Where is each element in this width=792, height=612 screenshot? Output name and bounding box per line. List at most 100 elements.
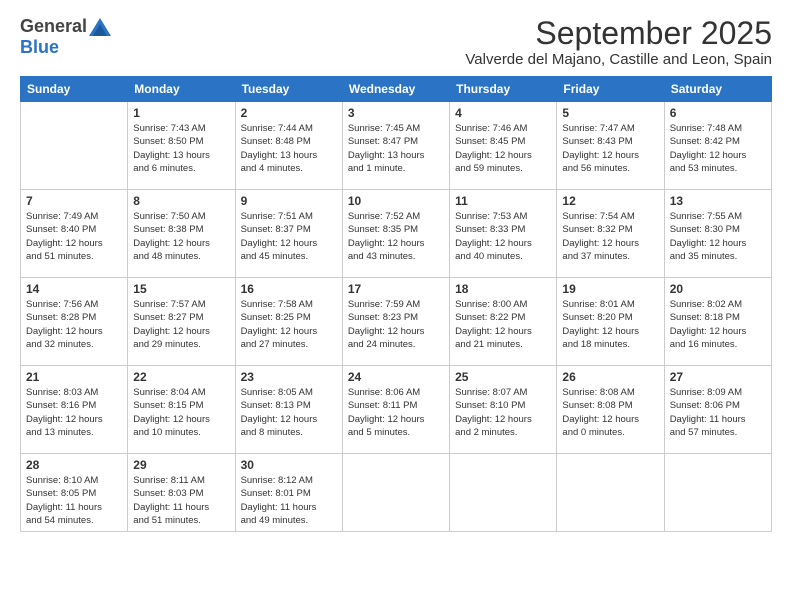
day-number: 11: [455, 194, 551, 208]
calendar-cell: [664, 454, 771, 532]
calendar-cell: 19 Sunrise: 8:01 AM Sunset: 8:20 PM Dayli…: [557, 278, 664, 366]
col-wednesday: Wednesday: [342, 77, 449, 102]
day-number: 26: [562, 370, 658, 384]
calendar-cell: 4 Sunrise: 7:46 AM Sunset: 8:45 PM Daylig…: [450, 102, 557, 190]
calendar-cell: [450, 454, 557, 532]
day-info: Sunrise: 8:06 AM Sunset: 8:11 PM Dayligh…: [348, 386, 444, 439]
day-number: 15: [133, 282, 229, 296]
day-number: 10: [348, 194, 444, 208]
col-thursday: Thursday: [450, 77, 557, 102]
day-number: 5: [562, 106, 658, 120]
calendar-week-row: 7 Sunrise: 7:49 AM Sunset: 8:40 PM Daylig…: [21, 190, 772, 278]
location-title: Valverde del Majano, Castille and Leon, …: [465, 51, 772, 68]
day-info: Sunrise: 7:56 AM Sunset: 8:28 PM Dayligh…: [26, 298, 122, 351]
calendar-table: Sunday Monday Tuesday Wednesday Thursday…: [20, 76, 772, 532]
day-number: 17: [348, 282, 444, 296]
day-number: 9: [241, 194, 337, 208]
calendar-week-row: 21 Sunrise: 8:03 AM Sunset: 8:16 PM Dayli…: [21, 366, 772, 454]
calendar-cell: 7 Sunrise: 7:49 AM Sunset: 8:40 PM Daylig…: [21, 190, 128, 278]
day-number: 28: [26, 458, 122, 472]
calendar-cell: 10 Sunrise: 7:52 AM Sunset: 8:35 PM Dayli…: [342, 190, 449, 278]
day-info: Sunrise: 8:00 AM Sunset: 8:22 PM Dayligh…: [455, 298, 551, 351]
logo: General Blue: [20, 16, 111, 58]
day-info: Sunrise: 8:03 AM Sunset: 8:16 PM Dayligh…: [26, 386, 122, 439]
page-container: General Blue September 2025 Valverde del…: [0, 0, 792, 542]
calendar-header-row: Sunday Monday Tuesday Wednesday Thursday…: [21, 77, 772, 102]
day-info: Sunrise: 7:53 AM Sunset: 8:33 PM Dayligh…: [455, 210, 551, 263]
day-number: 8: [133, 194, 229, 208]
calendar-cell: 2Sunrise: 7:44 AM Sunset: 8:48 PM Daylig…: [235, 102, 342, 190]
day-info: Sunrise: 7:51 AM Sunset: 8:37 PM Dayligh…: [241, 210, 337, 263]
day-info: Sunrise: 8:11 AM Sunset: 8:03 PM Dayligh…: [133, 474, 229, 527]
day-number: 20: [670, 282, 766, 296]
day-info: Sunrise: 7:43 AM Sunset: 8:50 PM Dayligh…: [133, 122, 229, 175]
day-number: 30: [241, 458, 337, 472]
day-number: 18: [455, 282, 551, 296]
calendar-cell: 21 Sunrise: 8:03 AM Sunset: 8:16 PM Dayli…: [21, 366, 128, 454]
calendar-cell: 6 Sunrise: 7:48 AM Sunset: 8:42 PM Daylig…: [664, 102, 771, 190]
calendar-cell: 12 Sunrise: 7:54 AM Sunset: 8:32 PM Dayli…: [557, 190, 664, 278]
day-info: Sunrise: 8:08 AM Sunset: 8:08 PM Dayligh…: [562, 386, 658, 439]
day-number: 1: [133, 106, 229, 120]
calendar-cell: 29Sunrise: 8:11 AM Sunset: 8:03 PM Dayli…: [128, 454, 235, 532]
day-info: Sunrise: 8:01 AM Sunset: 8:20 PM Dayligh…: [562, 298, 658, 351]
day-number: 24: [348, 370, 444, 384]
day-info: Sunrise: 7:44 AM Sunset: 8:48 PM Dayligh…: [241, 122, 337, 175]
calendar-cell: [342, 454, 449, 532]
day-number: 6: [670, 106, 766, 120]
calendar-cell: 14Sunrise: 7:56 AM Sunset: 8:28 PM Dayli…: [21, 278, 128, 366]
col-tuesday: Tuesday: [235, 77, 342, 102]
calendar-cell: [557, 454, 664, 532]
day-info: Sunrise: 8:07 AM Sunset: 8:10 PM Dayligh…: [455, 386, 551, 439]
logo-blue-text: Blue: [20, 37, 59, 57]
day-number: 16: [241, 282, 337, 296]
col-friday: Friday: [557, 77, 664, 102]
day-number: 21: [26, 370, 122, 384]
day-number: 4: [455, 106, 551, 120]
day-info: Sunrise: 7:57 AM Sunset: 8:27 PM Dayligh…: [133, 298, 229, 351]
day-info: Sunrise: 7:58 AM Sunset: 8:25 PM Dayligh…: [241, 298, 337, 351]
logo-general-text: General: [20, 16, 87, 37]
day-info: Sunrise: 7:47 AM Sunset: 8:43 PM Dayligh…: [562, 122, 658, 175]
day-info: Sunrise: 8:12 AM Sunset: 8:01 PM Dayligh…: [241, 474, 337, 527]
calendar-cell: [21, 102, 128, 190]
day-info: Sunrise: 7:55 AM Sunset: 8:30 PM Dayligh…: [670, 210, 766, 263]
calendar-cell: 27Sunrise: 8:09 AM Sunset: 8:06 PM Dayli…: [664, 366, 771, 454]
calendar-cell: 15 Sunrise: 7:57 AM Sunset: 8:27 PM Dayli…: [128, 278, 235, 366]
day-number: 23: [241, 370, 337, 384]
day-info: Sunrise: 8:10 AM Sunset: 8:05 PM Dayligh…: [26, 474, 122, 527]
day-info: Sunrise: 7:54 AM Sunset: 8:32 PM Dayligh…: [562, 210, 658, 263]
day-info: Sunrise: 7:52 AM Sunset: 8:35 PM Dayligh…: [348, 210, 444, 263]
day-info: Sunrise: 8:02 AM Sunset: 8:18 PM Dayligh…: [670, 298, 766, 351]
day-info: Sunrise: 7:59 AM Sunset: 8:23 PM Dayligh…: [348, 298, 444, 351]
header: General Blue September 2025 Valverde del…: [20, 16, 772, 68]
calendar-cell: 30 Sunrise: 8:12 AM Sunset: 8:01 PM Dayli…: [235, 454, 342, 532]
month-title: September 2025: [465, 16, 772, 51]
col-monday: Monday: [128, 77, 235, 102]
day-number: 7: [26, 194, 122, 208]
title-section: September 2025 Valverde del Majano, Cast…: [465, 16, 772, 68]
day-info: Sunrise: 7:48 AM Sunset: 8:42 PM Dayligh…: [670, 122, 766, 175]
day-number: 22: [133, 370, 229, 384]
calendar-cell: 25 Sunrise: 8:07 AM Sunset: 8:10 PM Dayli…: [450, 366, 557, 454]
calendar-cell: 3 Sunrise: 7:45 AM Sunset: 8:47 PM Daylig…: [342, 102, 449, 190]
day-info: Sunrise: 7:46 AM Sunset: 8:45 PM Dayligh…: [455, 122, 551, 175]
col-sunday: Sunday: [21, 77, 128, 102]
calendar-cell: 16 Sunrise: 7:58 AM Sunset: 8:25 PM Dayli…: [235, 278, 342, 366]
day-info: Sunrise: 8:09 AM Sunset: 8:06 PM Dayligh…: [670, 386, 766, 439]
day-number: 19: [562, 282, 658, 296]
day-number: 3: [348, 106, 444, 120]
day-info: Sunrise: 7:49 AM Sunset: 8:40 PM Dayligh…: [26, 210, 122, 263]
calendar-cell: 8Sunrise: 7:50 AM Sunset: 8:38 PM Daylig…: [128, 190, 235, 278]
calendar-cell: 20 Sunrise: 8:02 AM Sunset: 8:18 PM Dayli…: [664, 278, 771, 366]
calendar-cell: 28 Sunrise: 8:10 AM Sunset: 8:05 PM Dayli…: [21, 454, 128, 532]
day-number: 13: [670, 194, 766, 208]
day-number: 25: [455, 370, 551, 384]
col-saturday: Saturday: [664, 77, 771, 102]
calendar-cell: 24 Sunrise: 8:06 AM Sunset: 8:11 PM Dayli…: [342, 366, 449, 454]
day-info: Sunrise: 7:45 AM Sunset: 8:47 PM Dayligh…: [348, 122, 444, 175]
day-number: 12: [562, 194, 658, 208]
calendar-cell: 23Sunrise: 8:05 AM Sunset: 8:13 PM Dayli…: [235, 366, 342, 454]
calendar-week-row: 28 Sunrise: 8:10 AM Sunset: 8:05 PM Dayli…: [21, 454, 772, 532]
calendar-cell: 22Sunrise: 8:04 AM Sunset: 8:15 PM Dayli…: [128, 366, 235, 454]
